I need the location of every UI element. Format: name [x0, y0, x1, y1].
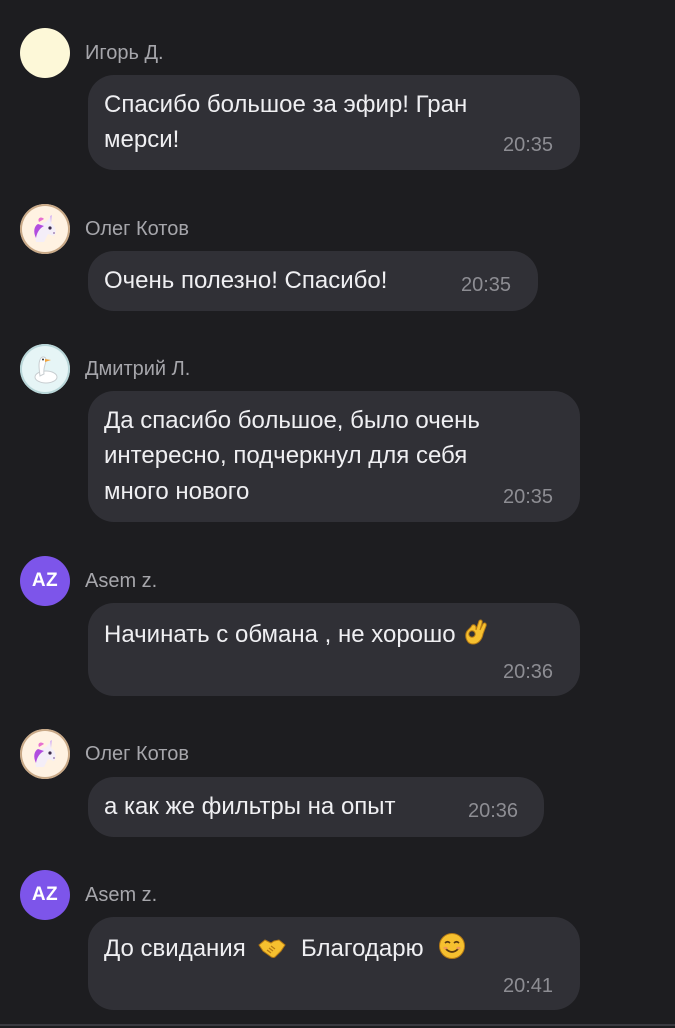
message-author[interactable]: Asem z.	[85, 570, 157, 593]
message-time: 20:35	[503, 486, 554, 508]
goose-icon-graphic	[34, 356, 58, 384]
message-text-line: мерси!	[104, 126, 180, 153]
unicorn-icon[interactable]	[20, 204, 70, 254]
message-bubble[interactable]: Начинать с обмана , не хорошо 20:36	[88, 603, 580, 696]
message-text: Благодарю	[301, 935, 424, 962]
message-text: Начинать с обмана , не хорошо	[104, 621, 456, 648]
unicorn-icon-graphic	[34, 215, 56, 242]
smiling-face-emoji	[438, 932, 466, 970]
message-time: 20:41	[503, 975, 554, 997]
message-text-line: Спасибо большое за эфир! Гран	[104, 91, 468, 118]
message-text-line: До свидания Благодарю	[104, 931, 466, 970]
message-text-line: Да спасибо большое, было очень	[104, 407, 480, 434]
user-avatar[interactable]: AZ	[20, 870, 70, 920]
message-bubble[interactable]: а как же фильтры на опыт 20:36	[88, 777, 544, 837]
unicorn-icon[interactable]	[20, 729, 70, 779]
message-text: До свидания	[104, 935, 246, 962]
user-avatar[interactable]	[20, 28, 70, 78]
message-text-line: Начинать с обмана , не хорошо	[104, 617, 488, 656]
message-author[interactable]: Игорь Д.	[85, 42, 164, 65]
message-time: 20:35	[503, 134, 554, 156]
message-time: 20:35	[461, 274, 512, 296]
message-author[interactable]: Asem z.	[85, 884, 157, 907]
handshake-emoji	[258, 935, 287, 970]
message-author[interactable]: Олег Котов	[85, 218, 189, 241]
message-text-line: Очень полезно! Спасибо!	[104, 267, 388, 294]
ok-hand-emoji	[462, 618, 488, 656]
message-text-line: а как же фильтры на опыт	[104, 793, 396, 820]
goose-icon[interactable]	[20, 344, 70, 394]
unicorn-icon-graphic	[34, 740, 56, 767]
user-avatar[interactable]: AZ	[20, 556, 70, 606]
message-text-line: много нового	[104, 478, 250, 505]
divider	[0, 1024, 675, 1026]
message-author[interactable]: Дмитрий Л.	[85, 358, 190, 381]
message-text-line: интересно, подчеркнул для себя	[104, 442, 468, 469]
message-author[interactable]: Олег Котов	[85, 743, 189, 766]
message-bubble[interactable]: Очень полезно! Спасибо! 20:35	[88, 251, 538, 311]
message-bubble[interactable]: Да спасибо большое, было очень интересно…	[88, 391, 580, 522]
message-bubble[interactable]: Спасибо большое за эфир! Гран мерси! 20:…	[88, 75, 580, 170]
message-time: 20:36	[503, 661, 554, 683]
message-bubble[interactable]: До свидания Благодарю 20:41	[88, 917, 580, 1010]
message-time: 20:36	[468, 800, 519, 822]
